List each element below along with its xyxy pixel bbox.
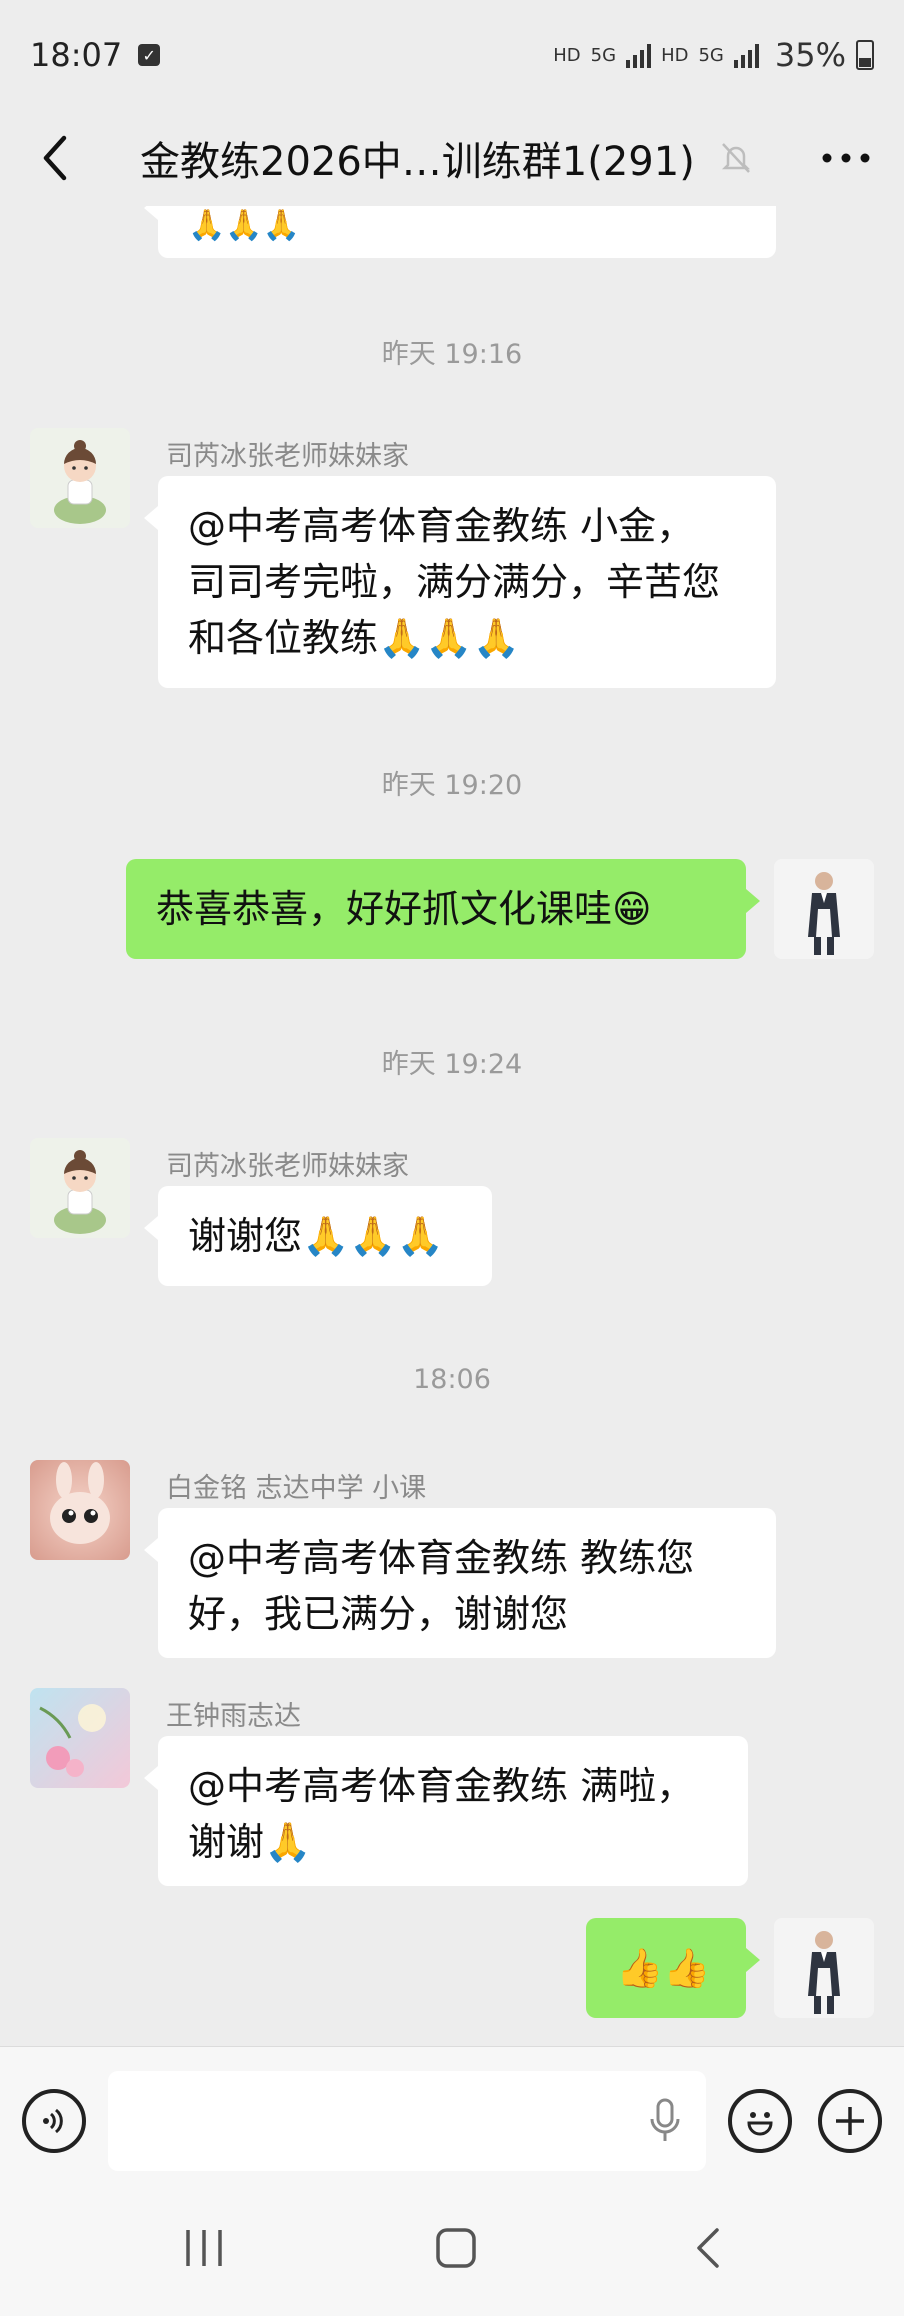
avatar-flowers[interactable]	[30, 1688, 130, 1788]
hd-label-2: HD	[661, 44, 689, 66]
hd-label: HD	[553, 44, 581, 66]
message-text: @中考高考体育金教练 教练您	[188, 1536, 695, 1580]
message-text: 和各位教练🙏🙏🙏	[188, 616, 520, 660]
message-input[interactable]	[108, 2071, 706, 2171]
avatar-man-suit[interactable]	[774, 1918, 874, 2018]
plus-icon	[836, 2107, 864, 2135]
avatar-man-suit[interactable]	[774, 859, 874, 959]
voice-input-button[interactable]	[22, 2089, 86, 2153]
recent-apps-button[interactable]	[176, 2220, 232, 2276]
more-dots-icon	[822, 153, 870, 163]
message-bubble[interactable]: @中考高考体育金教练 满啦， 谢谢🙏	[144, 1736, 748, 1886]
recent-apps-icon	[186, 2230, 222, 2266]
message-text: @中考高考体育金教练 小金，	[188, 504, 695, 548]
status-bar: 18:07 ✓ HD 5G HD 5G 35%	[0, 0, 904, 110]
timestamp: 昨天 19:24	[381, 1049, 523, 1080]
message-text: 谢谢🙏	[188, 1820, 312, 1864]
message-text: 好，我已满分，谢谢您	[188, 1592, 569, 1636]
emoji-button[interactable]	[728, 2089, 792, 2153]
mute-bell-icon	[706, 128, 766, 188]
signal-icon	[626, 42, 652, 68]
message-text: 👍👍	[616, 1946, 711, 1990]
message-bubble[interactable]: @中考高考体育金教练 小金， 司司考完啦，满分满分，辛苦您 和各位教练🙏🙏🙏	[144, 476, 776, 688]
message-bubble[interactable]: @中考高考体育金教练 教练您 好，我已满分，谢谢您	[144, 1508, 776, 1658]
message-bubble-sent[interactable]: 恭喜恭喜，好好抓文化课哇😁	[126, 859, 760, 959]
message-text: 恭喜恭喜，好好抓文化课哇😁	[156, 887, 652, 931]
more-actions-button[interactable]	[818, 2089, 882, 2153]
chat-header: 金教练2026中…训练群1(291)	[0, 110, 904, 206]
chevron-left-icon	[43, 135, 67, 181]
chat-title: 金教练2026中…训练群1(291)	[140, 139, 695, 185]
status-time: 18:07	[30, 36, 123, 74]
timestamp: 18:06	[413, 1364, 491, 1395]
sender-name: 司芮冰张老师妹妹家	[166, 441, 409, 472]
system-navigation-bar	[0, 2178, 904, 2316]
back-button[interactable]	[0, 110, 110, 206]
home-button[interactable]	[428, 2220, 484, 2276]
sender-name: 王钟雨志达	[166, 1701, 301, 1732]
sender-name: 司芮冰张老师妹妹家	[166, 1151, 409, 1182]
message-text: @中考高考体育金教练 满啦，	[188, 1764, 695, 1808]
network-label-2: 5G	[698, 44, 724, 66]
microphone-icon[interactable]	[648, 2097, 682, 2145]
battery-icon	[856, 40, 874, 70]
timestamp: 昨天 19:20	[381, 770, 523, 801]
home-icon	[436, 2228, 476, 2268]
status-indicators: HD 5G HD 5G 35%	[553, 36, 874, 74]
back-arrow-icon	[697, 2228, 719, 2268]
battery-percent: 35%	[774, 36, 846, 74]
timestamp: 昨天 19:16	[381, 339, 523, 370]
message-bubble-sent[interactable]: 👍👍	[586, 1918, 760, 2018]
network-label: 5G	[590, 44, 617, 66]
smiley-icon	[747, 2112, 773, 2136]
chat-message-list[interactable]: 🙏🙏🙏 昨天 19:16 司芮冰张老师妹妹家 @中考高考体育金教练 小金， 司司…	[0, 206, 904, 2046]
sender-name: 白金铭 志达中学 小课	[166, 1473, 427, 1504]
system-back-button[interactable]	[680, 2220, 736, 2276]
message-text: 司司考完啦，满分满分，辛苦您	[188, 560, 721, 604]
message-text: 谢谢您🙏🙏🙏	[188, 1214, 444, 1258]
avatar-girl[interactable]	[30, 428, 130, 528]
avatar-girl[interactable]	[30, 1138, 130, 1238]
message-text: 🙏🙏🙏	[188, 208, 301, 243]
message-bubble-previous[interactable]: 🙏🙏🙏	[144, 206, 776, 258]
checkbox-notification-icon: ✓	[138, 44, 161, 66]
more-options-button[interactable]	[806, 128, 886, 188]
voice-wave-icon	[43, 2108, 63, 2134]
signal-icon-2	[733, 42, 759, 68]
message-bubble[interactable]: 谢谢您🙏🙏🙏	[144, 1186, 492, 1286]
avatar-bunny[interactable]	[30, 1460, 130, 1560]
